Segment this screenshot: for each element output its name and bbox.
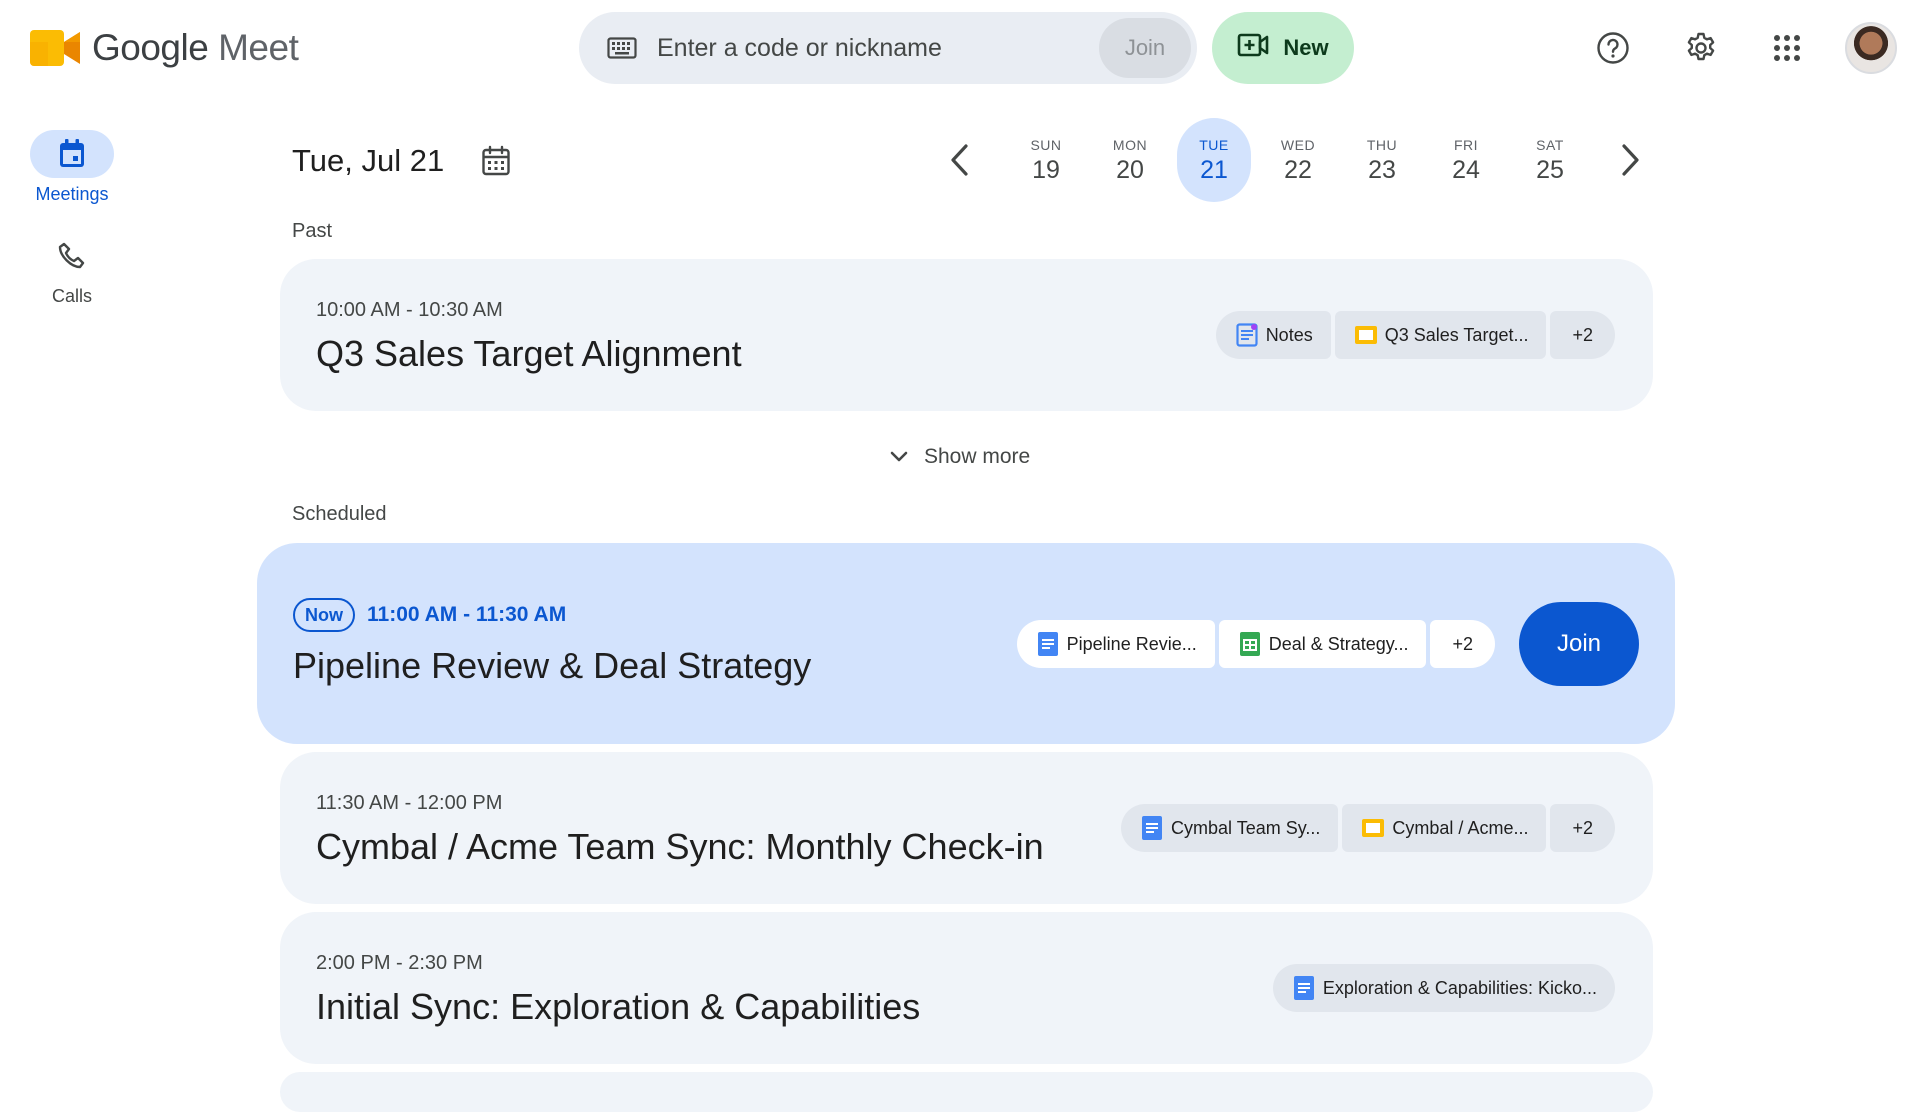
account-avatar[interactable] — [1845, 22, 1897, 74]
day-of-week: SAT — [1536, 137, 1564, 153]
day-thu[interactable]: THU 23 — [1345, 118, 1419, 202]
past-section-label: Past — [292, 220, 333, 242]
meeting-time: 10:00 AM - 10:30 AM — [316, 299, 503, 321]
meeting-title: Pipeline Review & Deal Strategy — [293, 645, 812, 686]
attachment-chip[interactable]: Notes — [1215, 311, 1331, 359]
attachment-label: Cymbal Team Sy... — [1171, 817, 1321, 838]
docs-icon — [1293, 976, 1315, 1000]
day-number: 19 — [1032, 156, 1060, 184]
sidebar-item-label: Meetings — [35, 184, 109, 204]
video-add-icon — [1237, 32, 1269, 64]
day-of-week: TUE — [1199, 137, 1229, 153]
meeting-card-partial — [280, 1072, 1653, 1112]
chevron-down-icon — [890, 445, 908, 469]
attachment-label: Notes — [1265, 324, 1313, 345]
top-bar: Google Meet Join New — [0, 0, 1920, 96]
slides-icon — [1354, 323, 1377, 347]
meeting-card-scheduled[interactable]: 11:30 AM - 12:00 PM Cymbal / Acme Team S… — [280, 752, 1653, 904]
day-number: 24 — [1452, 156, 1480, 184]
more-attachments-chip[interactable]: +2 — [1430, 620, 1495, 668]
show-more-label: Show more — [924, 445, 1031, 468]
attachment-chip[interactable]: Q3 Sales Target... — [1334, 311, 1547, 359]
attachment-chip[interactable]: Deal & Strategy... — [1218, 620, 1427, 668]
attachment-chips: Pipeline Revie... Deal & Strategy... +2 — [1016, 620, 1495, 668]
meeting-title: Q3 Sales Target Alignment — [316, 333, 742, 374]
settings-icon[interactable] — [1679, 26, 1723, 70]
meeting-card-now[interactable]: Now 11:00 AM - 11:30 AM Pipeline Review … — [257, 543, 1675, 744]
sidebar-item-calls[interactable]: Calls — [22, 232, 122, 307]
meeting-time: 2:00 PM - 2:30 PM — [316, 952, 483, 974]
attachment-label: Exploration & Capabilities: Kicko... — [1322, 977, 1597, 998]
docs-icon — [1141, 816, 1163, 840]
docs-icon — [1037, 632, 1059, 656]
sidebar-item-label: Calls — [51, 286, 92, 306]
day-number: 23 — [1368, 156, 1396, 184]
sidebar-item-meetings[interactable]: Meetings — [22, 130, 122, 205]
current-date: Tue, Jul 21 — [292, 143, 445, 178]
new-meeting-label: New — [1283, 35, 1329, 60]
slides-icon — [1362, 816, 1385, 840]
new-meeting-button[interactable]: New — [1212, 12, 1354, 84]
meet-logo-icon — [30, 26, 84, 70]
day-fri[interactable]: FRI 24 — [1429, 118, 1503, 202]
attachment-label: Pipeline Revie... — [1066, 633, 1197, 654]
meeting-title: Initial Sync: Exploration & Capabilities — [316, 986, 921, 1027]
attachment-chip[interactable]: Cymbal / Acme... — [1342, 804, 1547, 852]
attachment-chips: Notes Q3 Sales Target... +2 — [1215, 311, 1615, 359]
brand-meet: Meet — [218, 27, 299, 68]
meeting-code-search: Join — [579, 12, 1197, 84]
day-mon[interactable]: MON 20 — [1093, 118, 1167, 202]
attachment-chips: Exploration & Capabilities: Kicko... — [1272, 964, 1615, 1012]
google-meet-logo[interactable]: Google Meet — [30, 26, 299, 70]
attachment-chips: Cymbal Team Sy... Cymbal / Acme... +2 — [1121, 804, 1615, 852]
day-sat[interactable]: SAT 25 — [1513, 118, 1587, 202]
day-of-week: SUN — [1030, 137, 1062, 153]
day-of-week: THU — [1366, 137, 1398, 153]
meeting-time: 11:00 AM - 11:30 AM — [367, 603, 567, 626]
day-of-week: FRI — [1453, 137, 1479, 153]
more-attachments-chip[interactable]: +2 — [1550, 311, 1615, 359]
brand-google: Google — [92, 27, 209, 68]
apps-grid-icon[interactable] — [1765, 26, 1809, 70]
phone-icon — [30, 232, 114, 280]
scheduled-section-label: Scheduled — [292, 503, 387, 525]
calendar-picker-icon[interactable] — [478, 142, 514, 180]
day-of-week: MON — [1112, 137, 1148, 153]
day-number: 21 — [1200, 156, 1228, 184]
attachment-chip[interactable]: Pipeline Revie... — [1016, 620, 1215, 668]
day-of-week: WED — [1280, 137, 1316, 153]
calendar-icon — [30, 130, 114, 178]
day-wed[interactable]: WED 22 — [1261, 118, 1335, 202]
previous-week-icon[interactable] — [942, 136, 978, 184]
day-number: 25 — [1536, 156, 1564, 184]
attachment-label: Cymbal / Acme... — [1392, 817, 1529, 838]
next-week-icon[interactable] — [1612, 136, 1648, 184]
day-number: 22 — [1284, 156, 1312, 184]
day-tue-selected[interactable]: TUE 21 — [1177, 118, 1251, 202]
meeting-time: 11:30 AM - 12:00 PM — [316, 792, 503, 814]
meeting-card-past[interactable]: 10:00 AM - 10:30 AM Q3 Sales Target Alig… — [280, 259, 1653, 411]
meeting-code-input[interactable] — [657, 33, 1077, 63]
attachment-chip[interactable]: Exploration & Capabilities: Kicko... — [1272, 964, 1615, 1012]
day-sun[interactable]: SUN 19 — [1009, 118, 1083, 202]
attachment-label: Q3 Sales Target... — [1384, 324, 1529, 345]
now-badge: Now — [293, 598, 355, 632]
more-attachments-chip[interactable]: +2 — [1550, 804, 1615, 852]
join-meeting-button[interactable]: Join — [1519, 602, 1639, 686]
sheets-icon — [1239, 632, 1261, 656]
attachment-label: Deal & Strategy... — [1268, 633, 1409, 654]
meeting-card-scheduled[interactable]: 2:00 PM - 2:30 PM Initial Sync: Explorat… — [280, 912, 1653, 1064]
help-icon[interactable] — [1591, 26, 1635, 70]
meeting-title: Cymbal / Acme Team Sync: Monthly Check-i… — [316, 826, 1044, 867]
notes-icon — [1236, 323, 1258, 347]
day-number: 20 — [1116, 156, 1144, 184]
keyboard-icon — [605, 31, 639, 65]
show-more-button[interactable]: Show more — [890, 440, 1030, 474]
join-code-button[interactable]: Join — [1099, 18, 1191, 78]
attachment-chip[interactable]: Cymbal Team Sy... — [1121, 804, 1339, 852]
